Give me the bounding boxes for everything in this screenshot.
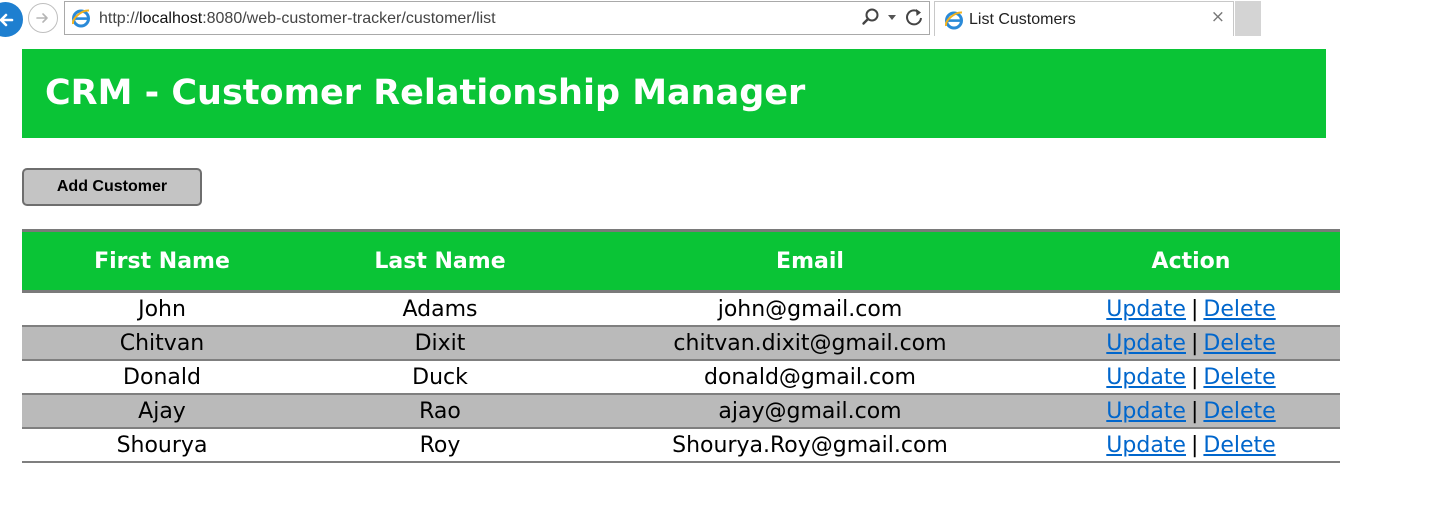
update-link[interactable]: Update — [1106, 399, 1186, 424]
table-row: Shourya Roy Shourya.Roy@gmail.com Update… — [22, 428, 1340, 463]
column-header-action: Action — [1042, 229, 1340, 293]
table-row: Ajay Rao ajay@gmail.com Update | Delete — [22, 394, 1340, 429]
cell-first-name: Donald — [22, 360, 302, 395]
close-icon[interactable]: × — [1211, 9, 1225, 26]
cell-action: Update | Delete — [1042, 291, 1340, 327]
table-row: John Adams john@gmail.com Update | Delete — [22, 291, 1340, 327]
page-header: CRM - Customer Relationship Manager — [22, 49, 1326, 138]
cell-first-name: Ajay — [22, 394, 302, 429]
forward-button[interactable] — [28, 3, 58, 33]
cell-email: donald@gmail.com — [578, 360, 1042, 395]
ie-icon — [943, 9, 965, 35]
add-customer-button[interactable]: Add Customer — [22, 168, 202, 206]
back-button[interactable] — [0, 2, 23, 37]
forward-arrow-icon — [36, 13, 48, 23]
table-row: Chitvan Dixit chitvan.dixit@gmail.com Up… — [22, 326, 1340, 361]
cell-action: Update | Delete — [1042, 394, 1340, 429]
refresh-icon[interactable] — [903, 6, 925, 32]
update-link[interactable]: Update — [1106, 365, 1186, 390]
cell-email: Shourya.Roy@gmail.com — [578, 428, 1042, 463]
back-arrow-icon — [0, 13, 13, 26]
cell-last-name: Duck — [302, 360, 578, 395]
column-header-last-name: Last Name — [302, 229, 578, 293]
cell-email: ajay@gmail.com — [578, 394, 1042, 429]
address-bar[interactable]: http://localhost:8080/web-customer-track… — [64, 1, 930, 35]
delete-link[interactable]: Delete — [1203, 365, 1275, 390]
table-row: Donald Duck donald@gmail.com Update | Dele… — [22, 360, 1340, 395]
action-separator: | — [1190, 296, 1199, 322]
cell-action: Update | Delete — [1042, 326, 1340, 361]
update-link[interactable]: Update — [1106, 297, 1186, 322]
cell-first-name: John — [22, 291, 302, 327]
cell-last-name: Adams — [302, 291, 578, 327]
cell-email: john@gmail.com — [578, 291, 1042, 327]
customer-table: First Name Last Name Email Action John A… — [22, 229, 1340, 463]
cell-last-name: Rao — [302, 394, 578, 429]
column-header-first-name: First Name — [22, 229, 302, 293]
delete-link[interactable]: Delete — [1203, 433, 1275, 458]
cell-first-name: Shourya — [22, 428, 302, 463]
page-title: CRM - Customer Relationship Manager — [45, 73, 806, 113]
dropdown-icon[interactable] — [887, 7, 897, 31]
search-icon[interactable] — [861, 7, 881, 31]
action-separator: | — [1190, 398, 1199, 424]
action-separator: | — [1190, 432, 1199, 458]
column-header-email: Email — [578, 229, 1042, 293]
url-text[interactable]: http://localhost:8080/web-customer-track… — [99, 10, 496, 28]
tab-list-customers[interactable]: List Customers × — [934, 1, 1234, 36]
new-tab-button[interactable] — [1235, 1, 1261, 36]
delete-link[interactable]: Delete — [1203, 399, 1275, 424]
cell-last-name: Dixit — [302, 326, 578, 361]
action-separator: | — [1190, 330, 1199, 356]
cell-email: chitvan.dixit@gmail.com — [578, 326, 1042, 361]
browser-chrome: http://localhost:8080/web-customer-track… — [0, 0, 1431, 38]
delete-link[interactable]: Delete — [1203, 297, 1275, 322]
ie-icon — [70, 7, 92, 33]
update-link[interactable]: Update — [1106, 433, 1186, 458]
cell-action: Update | Delete — [1042, 428, 1340, 463]
tab-title: List Customers — [969, 11, 1076, 28]
cell-first-name: Chitvan — [22, 326, 302, 361]
delete-link[interactable]: Delete — [1203, 331, 1275, 356]
table-header-row: First Name Last Name Email Action — [22, 229, 1340, 293]
cell-action: Update | Delete — [1042, 360, 1340, 395]
action-separator: | — [1190, 364, 1199, 390]
update-link[interactable]: Update — [1106, 331, 1186, 356]
cell-last-name: Roy — [302, 428, 578, 463]
